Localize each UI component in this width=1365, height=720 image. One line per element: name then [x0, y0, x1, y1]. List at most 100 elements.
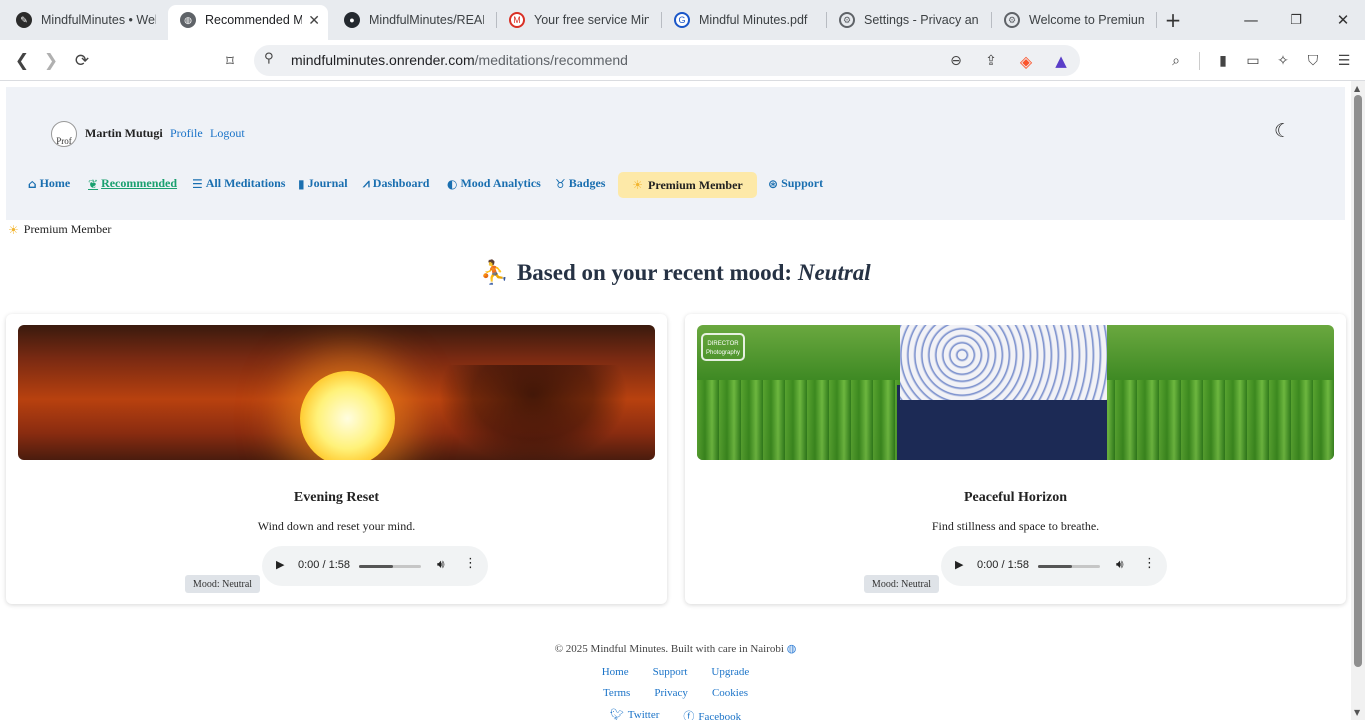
- google-docs-icon: G: [674, 12, 690, 28]
- nav-mood-analytics[interactable]: ◐ Mood Analytics: [447, 176, 541, 191]
- back-icon[interactable]: ❮: [9, 48, 35, 74]
- page-scrollbar[interactable]: ▲ ▼: [1351, 81, 1365, 720]
- footer-link-terms[interactable]: Terms: [603, 687, 630, 699]
- wallet-icon[interactable]: ▭: [1242, 50, 1264, 72]
- audio-player[interactable]: ▶ 0:00 / 1:58 🔊︎ ⋮: [262, 546, 488, 586]
- new-tab-button[interactable]: +: [1161, 8, 1185, 32]
- nav-journal[interactable]: ▮ Journal: [298, 176, 348, 191]
- audio-time: 0:00 / 1:58: [298, 559, 350, 571]
- leo-search-icon[interactable]: ⌕: [1165, 50, 1187, 72]
- nav-badges[interactable]: ♉ Badges: [555, 176, 605, 191]
- volume-icon[interactable]: 🔊︎: [1116, 557, 1124, 572]
- sun-icon: ☀: [632, 178, 643, 192]
- close-tab-icon[interactable]: ✕: [308, 12, 320, 29]
- avatar[interactable]: Prof: [51, 121, 77, 147]
- nav-all-meditations[interactable]: ☰ All Meditations: [192, 176, 285, 191]
- nav-dashboard[interactable]: ⩘ Dashboard: [363, 176, 429, 191]
- scroll-down-icon[interactable]: ▼: [1354, 708, 1360, 717]
- dark-mode-toggle-moon-icon[interactable]: ☾: [1274, 120, 1291, 142]
- footer-link-twitter[interactable]: 🐦︎ Twitter: [610, 708, 660, 720]
- volume-icon[interactable]: 🔊︎: [437, 557, 445, 572]
- tab-gmail[interactable]: M Your free service Minc: [497, 5, 657, 35]
- site-info-icon[interactable]: ⚲: [264, 51, 274, 66]
- zoom-out-icon[interactable]: ⊖: [946, 51, 966, 71]
- tab-github-readme[interactable]: ● MindfulMinutes/READ: [332, 5, 492, 35]
- mood-badge: Mood: Neutral: [185, 575, 260, 593]
- twitter-icon: 🐦︎: [609, 708, 624, 720]
- page-viewport: Prof Martin Mutugi Profile Logout ☾ ⌂ Hom…: [0, 81, 1351, 720]
- footer-link-support[interactable]: Support: [653, 666, 688, 678]
- meditation-title: Evening Reset: [293, 490, 380, 505]
- audio-seek-bar[interactable]: [1038, 565, 1100, 568]
- close-window-icon[interactable]: ✕: [1331, 8, 1355, 32]
- username: Martin Mutugi: [85, 126, 163, 140]
- audio-seek-bar[interactable]: [359, 565, 421, 568]
- restore-window-icon[interactable]: ❐: [1284, 8, 1308, 32]
- nav-recommended[interactable]: ❦ Recommended: [88, 176, 177, 191]
- play-icon[interactable]: ▶: [955, 558, 963, 571]
- vpn-icon[interactable]: ⛉: [1302, 50, 1324, 72]
- photographer-watermark: DIRECTOR Photography: [701, 333, 745, 361]
- site-header: Prof Martin Mutugi Profile Logout ☾ ⌂ Hom…: [6, 87, 1345, 220]
- meditation-description: Wind down and reset your mind.: [257, 519, 416, 533]
- footer-social-row: 🐦︎ Twitter ⓕ Facebook: [0, 708, 1351, 720]
- scrollbar-thumb[interactable]: [1354, 95, 1362, 667]
- tab-pdf[interactable]: G Mindful Minutes.pdf: [662, 5, 822, 35]
- person-shirt: [900, 325, 1107, 400]
- home-icon: ⌂: [28, 176, 37, 191]
- play-icon[interactable]: ▶: [276, 558, 284, 571]
- forward-icon[interactable]: ❯: [38, 48, 64, 74]
- footer-link-upgrade[interactable]: Upgrade: [711, 666, 749, 678]
- tab-divider: [1156, 12, 1157, 28]
- globe-icon: ◍: [786, 642, 797, 655]
- tab-mindfulminutes-welcome[interactable]: ✎ MindfulMinutes • Wel: [4, 5, 164, 35]
- profile-link[interactable]: Profile: [170, 126, 203, 141]
- globe-icon: ◍: [180, 12, 196, 28]
- menu-icon[interactable]: ☰: [1333, 50, 1355, 72]
- nav-home[interactable]: ⌂ Home: [28, 176, 70, 191]
- brave-shields-icon[interactable]: ◈: [1016, 51, 1036, 71]
- address-bar[interactable]: ⚲ mindfulminutes.onrender.com/meditation…: [254, 45, 1080, 76]
- github-icon: ●: [344, 12, 360, 28]
- footer-link-privacy[interactable]: Privacy: [654, 687, 688, 699]
- reload-icon[interactable]: ⟳: [69, 48, 95, 74]
- award-icon: ♉: [555, 176, 566, 191]
- brain-icon: ◐: [447, 176, 458, 191]
- brave-rewards-icon[interactable]: ▲: [1051, 51, 1071, 71]
- meditation-description: Find stillness and space to breathe.: [931, 519, 1100, 533]
- tab-welcome-premium[interactable]: ⚙ Welcome to Premium: [992, 5, 1152, 35]
- nav-support[interactable]: ⊛ Support: [768, 176, 823, 191]
- mindfulminutes-favicon-icon: ✎: [16, 12, 32, 28]
- more-options-icon[interactable]: ⋮: [464, 556, 477, 571]
- sun-icon: ☀: [8, 222, 19, 237]
- url-text[interactable]: mindfulminutes.onrender.com/meditations/…: [291, 52, 628, 68]
- more-options-icon[interactable]: ⋮: [1143, 556, 1156, 571]
- ai-assistant-icon[interactable]: ✧: [1272, 50, 1294, 72]
- page-title: ⛹ Based on your recent mood: Neutral: [480, 260, 871, 286]
- tab-recommended[interactable]: ◍ Recommended M ✕: [168, 5, 328, 40]
- premium-member-pill[interactable]: ☀ Premium Member: [618, 172, 757, 198]
- browser-toolbar: ❮ ❯ ⟳ ⌑ ⚲ mindfulminutes.onrender.com/me…: [0, 40, 1365, 81]
- meditation-image-person: DIRECTOR Photography: [697, 325, 1334, 460]
- sun-image: [300, 371, 395, 460]
- footer-copyright: © 2025 Mindful Minutes. Built with care …: [554, 642, 797, 655]
- mood-badge: Mood: Neutral: [864, 575, 939, 593]
- meditation-card: DIRECTOR Photography Peaceful Horizon Fi…: [685, 314, 1346, 604]
- sidebar-icon[interactable]: ▮: [1212, 50, 1234, 72]
- audio-seek-fill: [359, 565, 394, 568]
- gmail-icon: M: [509, 12, 525, 28]
- footer-link-cookies[interactable]: Cookies: [712, 687, 748, 699]
- audio-player[interactable]: ▶ 0:00 / 1:58 🔊︎ ⋮: [941, 546, 1167, 586]
- meditation-person-icon: ⛹: [480, 260, 509, 286]
- share-icon[interactable]: ⇪: [981, 51, 1001, 71]
- tab-settings-privacy[interactable]: ⚙ Settings - Privacy and: [827, 5, 987, 35]
- book-icon: ▮: [298, 176, 305, 191]
- tree-silhouette: [438, 365, 628, 460]
- meditation-image-sunset: [18, 325, 655, 460]
- minimize-icon[interactable]: —: [1239, 8, 1263, 32]
- scroll-up-icon[interactable]: ▲: [1354, 84, 1360, 93]
- logout-link[interactable]: Logout: [210, 126, 245, 141]
- footer-link-facebook[interactable]: ⓕ Facebook: [683, 708, 741, 720]
- bookmark-icon[interactable]: ⌑: [217, 48, 243, 74]
- footer-link-home[interactable]: Home: [602, 666, 629, 678]
